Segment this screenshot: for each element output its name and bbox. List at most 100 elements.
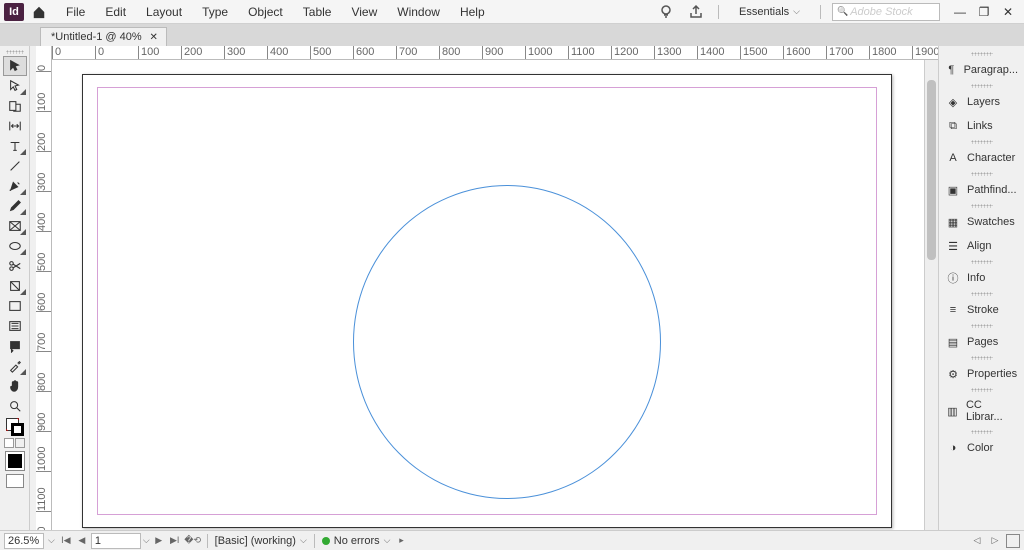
preflight-status[interactable]: No errors⌵: [322, 535, 391, 547]
ellipse-shape[interactable]: [353, 185, 661, 499]
eyedropper-tool[interactable]: [3, 356, 27, 376]
scroll-right-button[interactable]: ▷: [988, 534, 1002, 548]
panel-info[interactable]: ⓘ Info: [939, 266, 1024, 290]
horizontal-ruler[interactable]: 0010020030040050060070080090010001100120…: [52, 46, 938, 60]
canvas-area[interactable]: 0010020030040050060070080090010001100120…: [36, 46, 938, 530]
pathfind-icon: ▣: [945, 183, 961, 197]
page-tool[interactable]: [3, 96, 27, 116]
character-icon: A: [945, 151, 961, 165]
links-icon: ⧉: [945, 119, 961, 133]
tab-title: *Untitled-1 @ 40%: [51, 31, 142, 43]
panel-links[interactable]: ⧉ Links: [939, 114, 1024, 138]
menu-file[interactable]: File: [56, 1, 95, 23]
scissors-tool[interactable]: [3, 256, 27, 276]
vertical-scrollbar[interactable]: [924, 60, 938, 530]
menu-help[interactable]: Help: [450, 1, 495, 23]
panel-pathfind[interactable]: ▣ Pathfind...: [939, 178, 1024, 202]
grip-icon[interactable]: [6, 50, 24, 54]
last-page-button[interactable]: ▶I: [168, 534, 182, 548]
view-toggle-icon[interactable]: [1006, 534, 1020, 548]
hand-tool[interactable]: [3, 376, 27, 396]
menu-window[interactable]: Window: [387, 1, 450, 23]
pen-tool[interactable]: [3, 176, 27, 196]
zoom-tool[interactable]: [3, 396, 27, 416]
page-nav: I◀ ◀ 1 ⌵ ▶ ▶I: [59, 533, 182, 549]
preflight-menu-button[interactable]: ▸: [394, 534, 408, 548]
home-icon[interactable]: [30, 3, 48, 21]
color-mode-row[interactable]: [4, 438, 25, 448]
document-tab[interactable]: *Untitled-1 @ 40% ✕: [40, 27, 167, 46]
panel-swatches[interactable]: ▦ Swatches: [939, 210, 1024, 234]
minimize-button[interactable]: —: [948, 2, 972, 22]
zoom-field[interactable]: 26.5%: [4, 533, 44, 549]
gradient-swatch-tool[interactable]: [3, 296, 27, 316]
menu-layout[interactable]: Layout: [136, 1, 192, 23]
note-tool[interactable]: [3, 336, 27, 356]
color-icon: ◑: [945, 441, 961, 455]
ellipse-tool[interactable]: [3, 236, 27, 256]
panel-label: Links: [967, 120, 993, 132]
search-input[interactable]: Adobe Stock: [832, 3, 940, 21]
panel-label: Properties: [967, 368, 1017, 380]
panel-color[interactable]: ◑ Color: [939, 436, 1024, 460]
tab-close-icon[interactable]: ✕: [148, 31, 160, 43]
type-tool[interactable]: [3, 136, 27, 156]
free-transform-tool[interactable]: [3, 276, 27, 296]
workspace-selector[interactable]: Essentials⌵: [730, 3, 809, 21]
panel-label: Color: [967, 442, 993, 454]
panel-align[interactable]: ☰ Align: [939, 234, 1024, 258]
share-icon[interactable]: [685, 1, 707, 23]
apply-color-swatch[interactable]: [6, 452, 24, 470]
first-page-button[interactable]: I◀: [59, 534, 73, 548]
menu-view[interactable]: View: [341, 1, 387, 23]
panel-layers[interactable]: ◈ Layers: [939, 90, 1024, 114]
close-button[interactable]: ✕: [996, 2, 1020, 22]
lightbulb-icon[interactable]: [655, 1, 677, 23]
vertical-ruler[interactable]: 0100200300400500600700800900100011001200: [36, 46, 52, 530]
app-icon: Id: [4, 3, 24, 21]
menu-table[interactable]: Table: [293, 1, 342, 23]
menu-type[interactable]: Type: [192, 1, 238, 23]
swatches-icon: ▦: [945, 215, 961, 229]
panel-label: Info: [967, 272, 985, 284]
panel-label: Swatches: [967, 216, 1015, 228]
restore-button[interactable]: ❐: [972, 2, 996, 22]
status-dot-icon: [322, 537, 330, 545]
stroke-icon: ≡: [945, 303, 961, 317]
info-icon: ⓘ: [945, 271, 961, 285]
rectangle-frame-tool[interactable]: [3, 216, 27, 236]
page[interactable]: [82, 74, 892, 528]
view-mode[interactable]: [6, 474, 24, 488]
line-tool[interactable]: [3, 156, 27, 176]
selection-tool[interactable]: [3, 56, 27, 76]
open-panel-icon[interactable]: �⟲: [186, 534, 200, 548]
panel-character[interactable]: A Character: [939, 146, 1024, 170]
prev-page-button[interactable]: ◀: [75, 534, 89, 548]
panel-label: Character: [967, 152, 1015, 164]
scroll-left-button[interactable]: ◁: [970, 534, 984, 548]
gradient-feather-tool[interactable]: [3, 316, 27, 336]
panel-pages[interactable]: ▤Pages: [939, 330, 1024, 354]
gap-tool[interactable]: [3, 116, 27, 136]
panel-properties[interactable]: ⚙ Properties: [939, 362, 1024, 386]
menu-object[interactable]: Object: [238, 1, 293, 23]
align-icon: ☰: [945, 239, 961, 253]
panel-cclibrar[interactable]: ▥CC Librar...: [939, 394, 1024, 428]
next-page-button[interactable]: ▶: [152, 534, 166, 548]
direct-selection-tool[interactable]: [3, 76, 27, 96]
layers-icon: ◈: [945, 95, 961, 109]
panel-label: Layers: [967, 96, 1000, 108]
paragrap-icon: ¶: [945, 63, 958, 77]
panel-label: Paragrap...: [964, 64, 1018, 76]
pages-icon: ▤: [945, 335, 961, 349]
fill-stroke-swatch[interactable]: [6, 418, 24, 436]
pencil-tool[interactable]: [3, 196, 27, 216]
panel-paragrap[interactable]: ¶ Paragrap...: [939, 58, 1024, 82]
preflight-profile[interactable]: [Basic] (working): [215, 535, 296, 547]
panel-label: Pathfind...: [967, 184, 1017, 196]
page-field[interactable]: 1: [91, 533, 141, 549]
menu-edit[interactable]: Edit: [95, 1, 136, 23]
panel-label: Align: [967, 240, 991, 252]
properties-icon: ⚙: [945, 367, 961, 381]
panel-stroke[interactable]: ≡Stroke: [939, 298, 1024, 322]
